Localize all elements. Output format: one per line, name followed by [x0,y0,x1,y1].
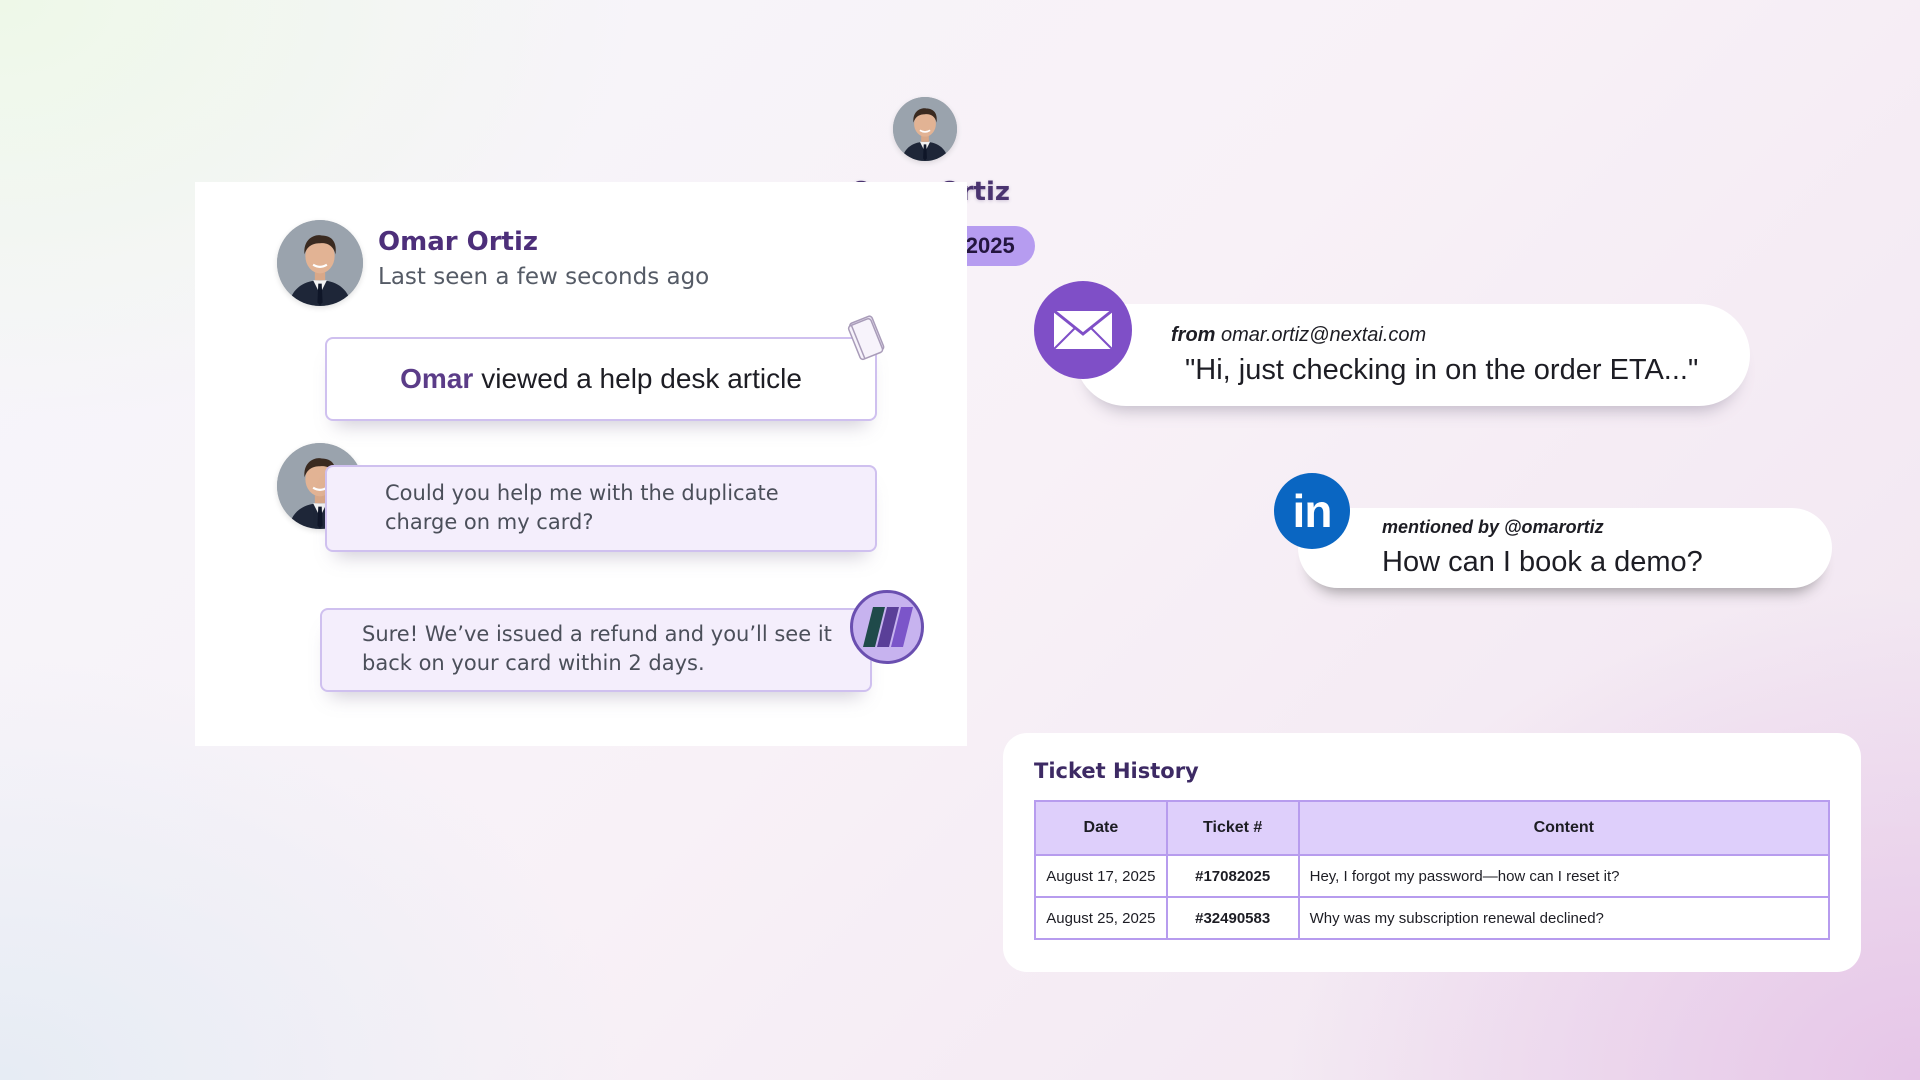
ticket-number[interactable]: #32490583 [1165,896,1300,940]
profile-avatar[interactable] [893,97,957,161]
email-message-card[interactable]: from omar.ortiz@nextai.com "Hi, just che… [1075,304,1750,406]
envelope-icon [1034,281,1132,379]
table-header-row: Date Ticket # Content [1034,800,1831,856]
email-sender: from omar.ortiz@nextai.com [1171,324,1426,347]
person-avatar-icon [893,97,957,161]
column-header-ticket: Ticket # [1165,800,1300,856]
ticket-history-table: Date Ticket # Content August 17, 2025 #1… [1034,800,1831,940]
linkedin-message-text: How can I book a demo? [1382,546,1703,578]
email-from-label: from [1171,324,1216,346]
brand-logo-icon [850,590,924,664]
ticket-content: Hey, I forgot my password—how can I rese… [1297,854,1831,898]
table-row[interactable]: August 17, 2025 #17082025 Hey, I forgot … [1034,854,1831,898]
chat-card: Omar Ortiz Last seen a few seconds ago O… [195,182,967,746]
person-avatar-icon [277,220,363,306]
ticket-date: August 17, 2025 [1034,854,1168,898]
linkedin-mentioned-by: mentioned by @omarortiz [1382,517,1604,537]
ticket-history-title: Ticket History [1034,759,1199,783]
activity-event[interactable]: Omar viewed a help desk article [325,337,877,421]
chat-last-seen: Last seen a few seconds ago [378,264,710,290]
column-header-date: Date [1034,800,1168,856]
chat-header-avatar [277,220,363,306]
ticket-number[interactable]: #17082025 [1165,854,1300,898]
linkedin-mention-card[interactable]: mentioned by @omarortiz How can I book a… [1298,508,1832,588]
column-header-content: Content [1297,800,1831,856]
ticket-content: Why was my subscription renewal declined… [1297,896,1831,940]
table-row[interactable]: August 25, 2025 #32490583 Why was my sub… [1034,896,1831,940]
book-icon [845,310,891,364]
linkedin-icon: in [1274,473,1350,549]
customer-message: Could you help me with the duplicate cha… [325,465,877,552]
ticket-history-card: Ticket History Date Ticket # Content Aug… [1003,733,1861,972]
chat-contact-name: Omar Ortiz [378,227,539,257]
activity-text: viewed a help desk article [481,363,802,394]
ticket-date: August 25, 2025 [1034,896,1168,940]
email-message-text: "Hi, just checking in on the order ETA..… [1185,354,1699,386]
agent-message: Sure! We’ve issued a refund and you’ll s… [320,608,872,692]
activity-user-name: Omar [400,363,474,394]
email-from-address: omar.ortiz@nextai.com [1221,324,1427,346]
